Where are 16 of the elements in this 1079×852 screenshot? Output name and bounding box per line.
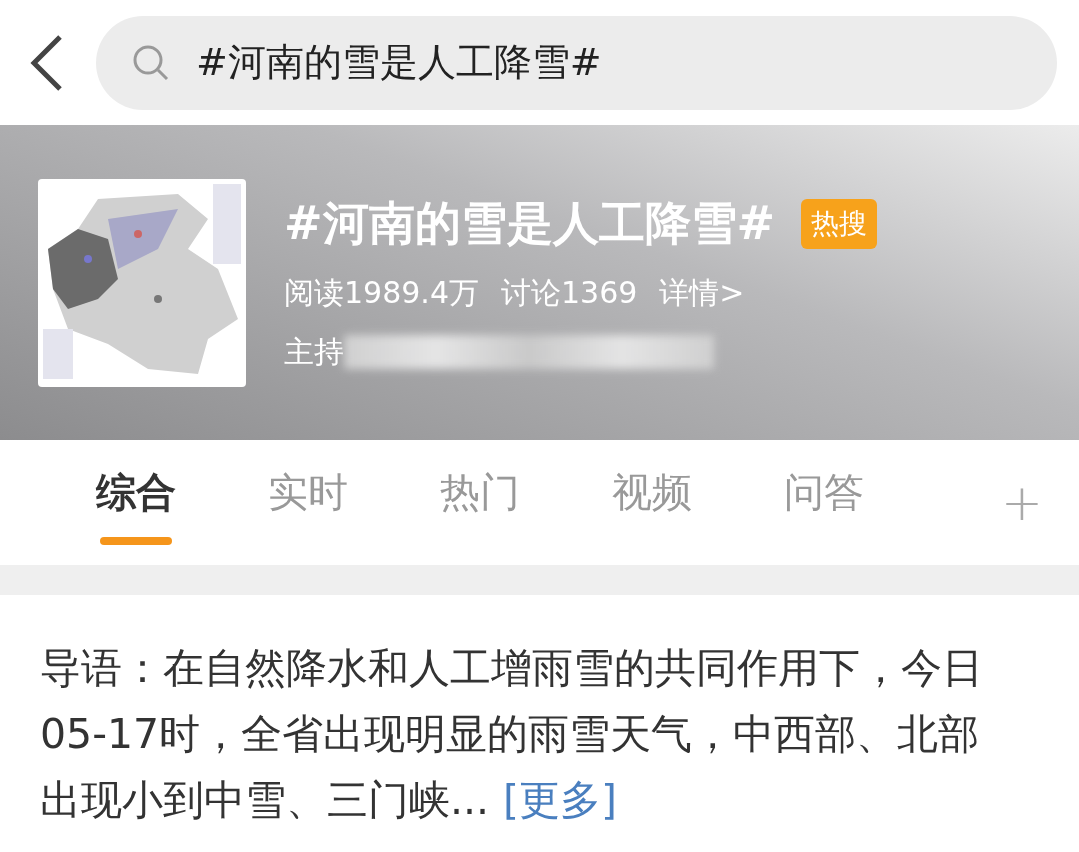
tab[interactable]: 热门: [420, 452, 540, 553]
tab[interactable]: 实时: [248, 452, 368, 553]
tab[interactable]: 视频: [592, 452, 712, 553]
discussion-count: 讨论1369: [501, 273, 638, 312]
add-tab-button[interactable]: +: [1001, 473, 1043, 532]
intro-paragraph: 导语：在自然降水和人工增雨雪的共同作用下，今日05-17时，全省出现明显的雨雪天气，中西部、北部出现小到中雪、三门峡... [更多]: [39, 643, 984, 826]
tab[interactable]: 综合: [76, 452, 196, 553]
read-count: 阅读1989.4万: [284, 273, 479, 312]
search-icon: [132, 43, 170, 82]
search-field[interactable]: #河南的雪是人工降雪#: [96, 15, 1057, 110]
more-link[interactable]: [更多]: [503, 776, 618, 824]
details-link[interactable]: 详情>: [659, 272, 745, 314]
topic-title: #河南的雪是人工降雪#: [284, 194, 776, 252]
host-label: 主持: [284, 332, 344, 371]
hot-badge: 热搜: [801, 198, 878, 249]
tab[interactable]: 问答: [764, 452, 884, 553]
